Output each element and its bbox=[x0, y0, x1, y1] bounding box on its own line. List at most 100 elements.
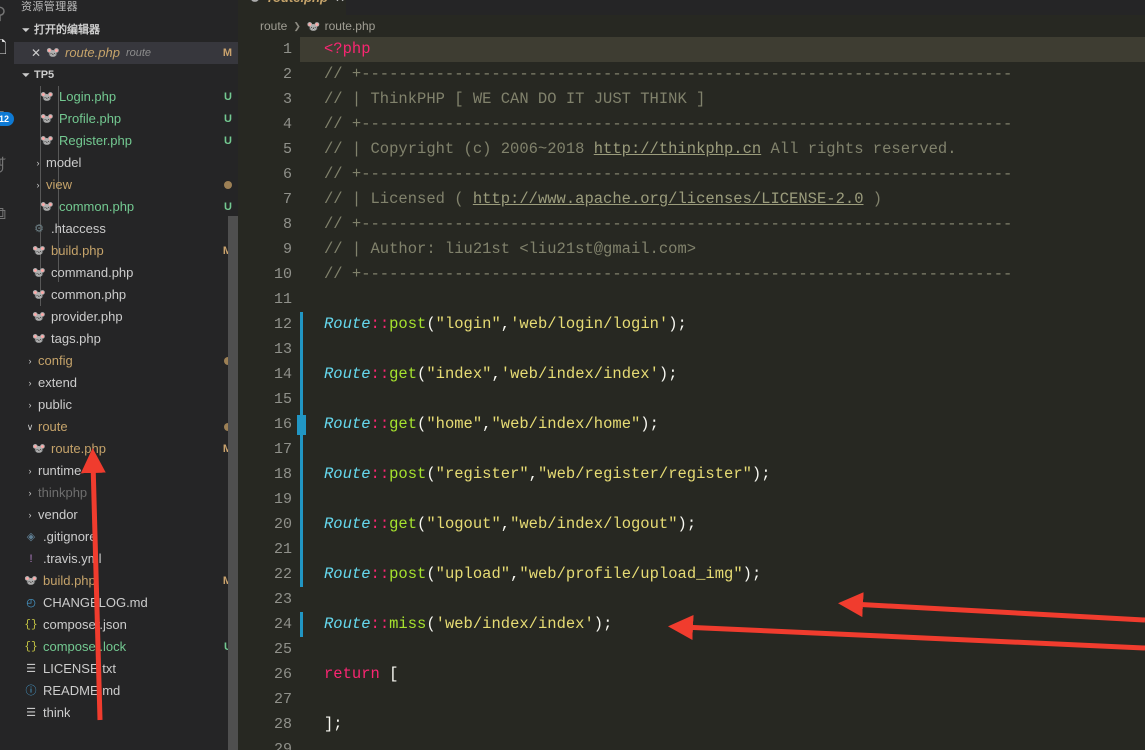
chevron-right-icon: › bbox=[30, 174, 46, 196]
line-number: 1 bbox=[238, 37, 292, 62]
tree-item-vendor[interactable]: ›vendor bbox=[14, 504, 238, 526]
code-line[interactable]: 12Route::post("login",'web/login/login')… bbox=[238, 312, 1145, 337]
gutter-change-indicator[interactable] bbox=[300, 312, 303, 587]
tree-item-travis-yml[interactable]: !.travis.yml bbox=[14, 548, 238, 570]
line-number: 22 bbox=[238, 562, 292, 587]
code-line[interactable]: 19 bbox=[238, 487, 1145, 512]
tree-item-login-php[interactable]: 🐭Login.phpU bbox=[14, 86, 238, 108]
breadcrumb-file[interactable]: route.php bbox=[325, 19, 376, 33]
tree-item-profile-php[interactable]: 🐭Profile.phpU bbox=[14, 108, 238, 130]
tree-item-label: LICENSE.txt bbox=[43, 658, 116, 680]
code-line[interactable]: 13 bbox=[238, 337, 1145, 362]
code-line[interactable]: 6// +-----------------------------------… bbox=[238, 162, 1145, 187]
code-line[interactable]: 9// | Author: liu21st <liu21st@gmail.com… bbox=[238, 237, 1145, 262]
code-line[interactable]: 29 bbox=[238, 737, 1145, 750]
tree-item-build-php[interactable]: 🐭build.phpM bbox=[14, 240, 238, 262]
tree-item-runtime[interactable]: ›runtime bbox=[14, 460, 238, 482]
open-editor-status: M bbox=[217, 42, 232, 64]
code-line[interactable]: 4// +-----------------------------------… bbox=[238, 112, 1145, 137]
line-number: 28 bbox=[238, 712, 292, 737]
code-line[interactable]: 8// +-----------------------------------… bbox=[238, 212, 1145, 237]
code-line[interactable]: 20Route::get("logout","web/index/logout"… bbox=[238, 512, 1145, 537]
tree-item-view[interactable]: ›view bbox=[14, 174, 238, 196]
tree-item-composer-lock[interactable]: {}composer.lockU bbox=[14, 636, 238, 658]
debug-icon[interactable]: ❡ bbox=[0, 152, 14, 180]
php-icon: 🐭 bbox=[307, 20, 321, 33]
code-editor[interactable]: 1<?php2// +-----------------------------… bbox=[238, 37, 1145, 750]
tree-item-model[interactable]: ›model bbox=[14, 152, 238, 174]
tree-item-extend[interactable]: ›extend bbox=[14, 372, 238, 394]
close-icon[interactable]: ✕ bbox=[335, 0, 345, 5]
code-line[interactable]: 3// | ThinkPHP [ WE CAN DO IT JUST THINK… bbox=[238, 87, 1145, 112]
extensions-icon[interactable]: ⧉ bbox=[0, 200, 14, 228]
tree-item-think[interactable]: ☰think bbox=[14, 702, 238, 724]
chevron-right-icon: › bbox=[22, 482, 38, 504]
code-line[interactable]: 17 bbox=[238, 437, 1145, 462]
tree-item-thinkphp[interactable]: ›thinkphp bbox=[14, 482, 238, 504]
explorer-icon[interactable]: 🗋 bbox=[0, 34, 14, 62]
tree-item-label: tags.php bbox=[51, 328, 101, 350]
code-line[interactable]: 26return [ bbox=[238, 662, 1145, 687]
code-line[interactable]: 14Route::get("index",'web/index/index'); bbox=[238, 362, 1145, 387]
code-line[interactable]: 22Route::post("upload","web/profile/uplo… bbox=[238, 562, 1145, 587]
sidebar-scrollbar[interactable] bbox=[228, 216, 238, 750]
open-editors-label: 打开的编辑器 bbox=[34, 19, 100, 41]
tree-item-command-php[interactable]: 🐭command.php bbox=[14, 262, 238, 284]
gutter-change-indicator[interactable] bbox=[300, 612, 303, 637]
code-line[interactable]: 15 bbox=[238, 387, 1145, 412]
explorer-sidebar: 资源管理器 ⏷ 打开的编辑器 ✕ 🐭 route.php route M ⏷ T… bbox=[14, 0, 238, 750]
code-line[interactable]: 21 bbox=[238, 537, 1145, 562]
project-header-tp5[interactable]: ⏷ TP5 bbox=[14, 64, 238, 86]
code-line-text: Route::get("index",'web/index/index'); bbox=[324, 362, 678, 387]
tree-item-gitignore[interactable]: ◈.gitignore bbox=[14, 526, 238, 548]
php-icon: 🐭 bbox=[38, 86, 56, 108]
line-number: 12 bbox=[238, 312, 292, 337]
code-line[interactable]: 28]; bbox=[238, 712, 1145, 737]
tree-item-changelog-md[interactable]: ◴CHANGELOG.md bbox=[14, 592, 238, 614]
code-line[interactable]: 2// +-----------------------------------… bbox=[238, 62, 1145, 87]
code-line-text: // +------------------------------------… bbox=[324, 212, 1012, 237]
tree-item-provider-php[interactable]: 🐭provider.php bbox=[14, 306, 238, 328]
project-name: TP5 bbox=[34, 64, 54, 86]
code-line[interactable]: 16Route::get("home","web/index/home"); bbox=[238, 412, 1145, 437]
tree-item-license-txt[interactable]: ☰LICENSE.txt bbox=[14, 658, 238, 680]
tree-item-public[interactable]: ›public bbox=[14, 394, 238, 416]
php-icon: 🐭 bbox=[246, 0, 264, 9]
tree-item-build-php[interactable]: 🐭build.phpM bbox=[14, 570, 238, 592]
open-editor-filename: route.php bbox=[65, 42, 120, 64]
tree-item-register-php[interactable]: 🐭Register.phpU bbox=[14, 130, 238, 152]
code-line[interactable]: 24Route::miss('web/index/index'); bbox=[238, 612, 1145, 637]
code-line[interactable]: 1<?php bbox=[238, 37, 1145, 62]
tree-item-label: vendor bbox=[38, 504, 78, 526]
tree-item-readme-md[interactable]: ⓘREADME.md bbox=[14, 680, 238, 702]
tree-item-htaccess[interactable]: ⚙.htaccess bbox=[14, 218, 238, 240]
code-line-text: return [ bbox=[324, 662, 398, 687]
tree-item-composer-json[interactable]: {}composer.json bbox=[14, 614, 238, 636]
code-line[interactable]: 10// +----------------------------------… bbox=[238, 262, 1145, 287]
tab-route-php[interactable]: 🐭 route.php ✕ bbox=[238, 0, 346, 15]
open-editor-item-route-php[interactable]: ✕ 🐭 route.php route M bbox=[14, 42, 238, 64]
code-line[interactable]: 27 bbox=[238, 687, 1145, 712]
tree-item-common-php[interactable]: 🐭common.php bbox=[14, 284, 238, 306]
breadcrumb-folder[interactable]: route bbox=[260, 19, 287, 33]
line-number: 2 bbox=[238, 62, 292, 87]
open-editors-header[interactable]: ⏷ 打开的编辑器 bbox=[14, 18, 238, 42]
code-line-text: // | ThinkPHP [ WE CAN DO IT JUST THINK … bbox=[324, 87, 705, 112]
code-line[interactable]: 23 bbox=[238, 587, 1145, 612]
tree-item-tags-php[interactable]: 🐭tags.php bbox=[14, 328, 238, 350]
code-line[interactable]: 7// | Licensed ( http://www.apache.org/l… bbox=[238, 187, 1145, 212]
code-line[interactable]: 5// | Copyright (c) 2006~2018 http://thi… bbox=[238, 137, 1145, 162]
tree-item-config[interactable]: ›config bbox=[14, 350, 238, 372]
line-number: 6 bbox=[238, 162, 292, 187]
php-icon: 🐭 bbox=[22, 570, 40, 592]
close-icon[interactable]: ✕ bbox=[28, 42, 44, 64]
code-line[interactable]: 25 bbox=[238, 637, 1145, 662]
tree-item-common-php[interactable]: 🐭common.phpU bbox=[14, 196, 238, 218]
code-line-text: Route::post("register","web/register/reg… bbox=[324, 462, 771, 487]
php-icon: 🐭 bbox=[38, 108, 56, 130]
tree-item-route[interactable]: ∨route bbox=[14, 416, 238, 438]
search-icon[interactable]: ⚲ bbox=[0, 0, 14, 28]
code-line[interactable]: 11 bbox=[238, 287, 1145, 312]
tree-item-route-php[interactable]: 🐭route.phpM bbox=[14, 438, 238, 460]
code-line[interactable]: 18Route::post("register","web/register/r… bbox=[238, 462, 1145, 487]
